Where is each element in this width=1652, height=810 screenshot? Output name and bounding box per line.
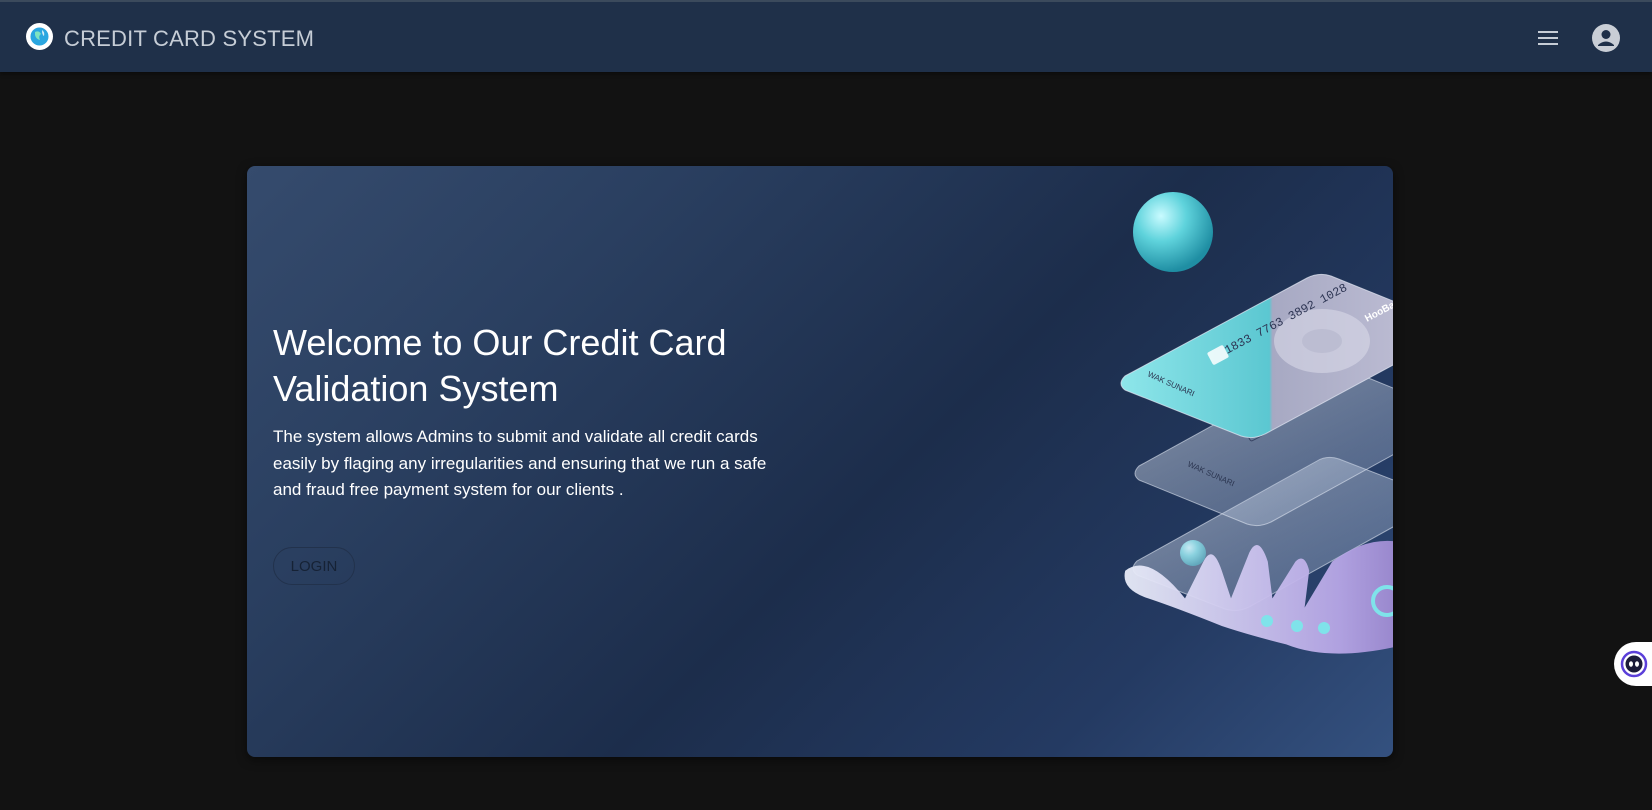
chat-assistant-icon[interactable] <box>1614 642 1652 686</box>
globe-logo-icon[interactable] <box>26 23 53 50</box>
hamburger-menu-icon[interactable] <box>1532 22 1564 54</box>
login-button[interactable]: LOGIN <box>273 547 355 585</box>
hero-card: Welcome to Our Credit Card Validation Sy… <box>247 166 1393 757</box>
hero-title: Welcome to Our Credit Card Validation Sy… <box>273 322 727 409</box>
sphere-large <box>1133 192 1213 272</box>
app-title: CREDIT CARD SYSTEM <box>64 26 315 51</box>
account-circle-icon[interactable] <box>1590 22 1622 54</box>
hero-description: The system allows Admins to submit and v… <box>273 427 767 499</box>
top-app-bar: CREDIT CARD SYSTEM <box>0 0 1652 72</box>
credit-card-robot-hand-illustration: WAK SUNARI 1833 7763 3892 1028 HooBank W… <box>1120 192 1393 654</box>
